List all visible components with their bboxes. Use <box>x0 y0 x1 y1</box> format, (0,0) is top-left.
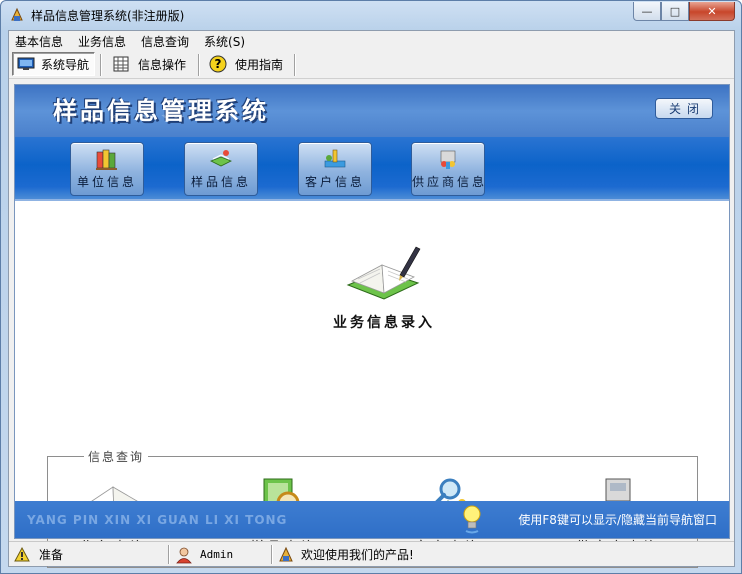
nav-label: 客户信息 <box>304 175 365 189</box>
nav-unit-info-button[interactable]: 单位信息 <box>70 142 144 196</box>
nav-sample-info-button[interactable]: 样品信息 <box>184 142 258 196</box>
business-entry-button[interactable]: 业务信息录入 <box>324 241 444 341</box>
close-button[interactable]: 关闭 <box>655 98 713 119</box>
window-title: 样品信息管理系统(非注册版) <box>31 9 185 23</box>
app-icon <box>279 546 293 561</box>
hint-icon <box>14 546 30 561</box>
status-user: Admin <box>200 548 234 561</box>
close-icon: ✕ <box>707 4 717 18</box>
main-panel: 样品信息管理系统 样品信息管理系统 关闭 单位信息 <box>14 84 730 568</box>
minimize-icon: — <box>641 4 653 18</box>
status-bar: 准备 Admin 欢迎使用我们的产品! <box>9 541 734 566</box>
content-area: 业务信息录入 信息查询 业务查询 <box>15 203 729 568</box>
footer-banner: YANG PIN XIN XI GUAN LI XI TONG 使用F8键可以显… <box>15 501 729 538</box>
toolbar-user-guide-button[interactable]: ? 使用指南 <box>205 52 289 76</box>
toolbar-separator <box>294 54 296 76</box>
toolbar-label: 系统导航 <box>41 57 90 72</box>
status-panel-user: Admin <box>173 544 268 565</box>
header-banner: 样品信息管理系统 样品信息管理系统 关闭 <box>15 85 729 137</box>
maximize-icon: □ <box>669 4 681 18</box>
toolbar-separator <box>100 54 102 76</box>
toolbar-info-ops-button[interactable]: 信息操作 <box>109 52 191 76</box>
menu-bar: 基本信息 业务信息 信息查询 系统(S) <box>9 31 734 50</box>
status-panel-ready: 准备 <box>11 544 166 565</box>
nav-label: 单位信息 <box>76 175 137 189</box>
footer-pinyin: YANG PIN XIN XI GUAN LI XI TONG <box>27 513 288 527</box>
app-icon <box>11 7 23 21</box>
grid-icon <box>113 56 129 72</box>
user-icon <box>176 547 192 563</box>
nav-label: 样品信息 <box>190 175 251 189</box>
menu-info-query[interactable]: 信息查询 <box>135 31 198 50</box>
status-separator <box>271 545 273 564</box>
client-area: 基本信息 业务信息 信息查询 系统(S) 系统导航 信息操作 ? 使用指南 样品… <box>8 30 735 568</box>
svg-text:?: ? <box>215 57 222 71</box>
customer-icon <box>324 149 346 168</box>
monitor-icon <box>17 57 35 70</box>
toolbar: 系统导航 信息操作 ? 使用指南 <box>9 50 734 79</box>
status-text: 准备 <box>39 548 64 562</box>
toolbar-system-nav-button[interactable]: 系统导航 <box>12 52 95 76</box>
toolbar-label: 使用指南 <box>235 57 284 72</box>
title-reflection: 样品信息管理系统 <box>53 115 269 121</box>
query-group-legend: 信息查询 <box>84 448 149 465</box>
nav-bar: 单位信息 样品信息 客户信息 供应商信息 <box>15 137 729 201</box>
menu-system[interactable]: 系统(S) <box>198 31 254 50</box>
lightbulb-icon <box>463 505 481 534</box>
nav-label: 供应商信息 <box>412 175 488 189</box>
nav-supplier-info-button[interactable]: 供应商信息 <box>411 142 485 196</box>
open-book-pen-icon <box>346 246 421 300</box>
toolbar-label: 信息操作 <box>138 57 187 72</box>
status-panel-message: 欢迎使用我们的产品! <box>275 544 575 565</box>
menu-basic-info[interactable]: 基本信息 <box>9 31 72 50</box>
maximize-button[interactable]: □ <box>661 2 689 21</box>
title-bar[interactable]: 样品信息管理系统(非注册版) — □ ✕ <box>1 1 741 29</box>
footer-tip: 使用F8键可以显示/隐藏当前导航窗口 <box>518 513 717 527</box>
window-close-button[interactable]: ✕ <box>689 2 735 21</box>
toolbar-separator <box>198 54 200 76</box>
minimize-button[interactable]: — <box>633 2 661 21</box>
app-window: 样品信息管理系统(非注册版) — □ ✕ 基本信息 业务信息 信息查询 系统(S… <box>0 0 742 574</box>
help-icon: ? <box>209 55 227 73</box>
status-separator <box>168 545 170 564</box>
menu-business-info[interactable]: 业务信息 <box>72 31 135 50</box>
entry-label: 业务信息录入 <box>333 315 435 331</box>
supplier-icon <box>440 150 456 169</box>
books-icon <box>96 149 117 170</box>
book-leaf-icon <box>210 150 232 167</box>
status-message: 欢迎使用我们的产品! <box>301 548 414 562</box>
nav-customer-info-button[interactable]: 客户信息 <box>298 142 372 196</box>
